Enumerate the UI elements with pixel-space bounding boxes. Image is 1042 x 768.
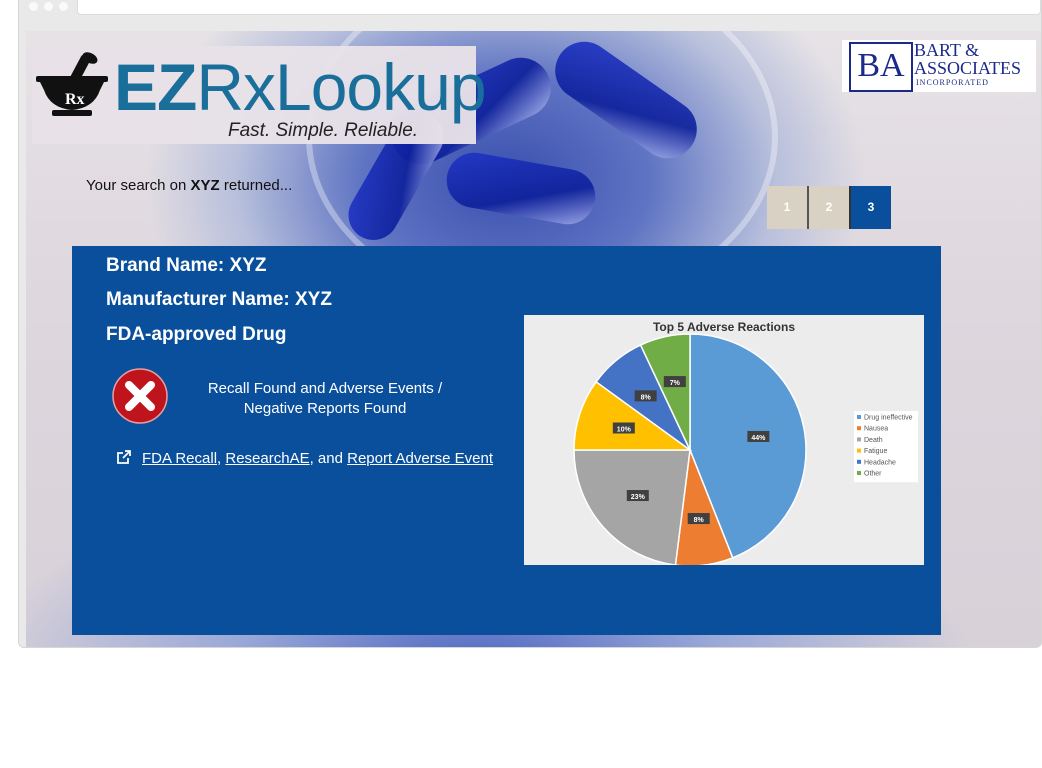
adverse-reactions-chart: Top 5 Adverse Reactions 44% 8% 23% 10% 8% 7% … [524,315,924,567]
legend-label: Drug ineffective [864,415,913,422]
slice-label-text: 8% [641,394,652,401]
slice-data-label: 23% [626,490,649,502]
legend-label: Death [864,437,883,444]
alert-line2: Negative Reports Found [243,400,407,417]
result-panel: Brand Name: XYZ Manufacturer Name: XYZ F… [72,246,941,635]
chart-title: Top 5 Adverse Reactions [653,320,795,334]
approval-status: FDA-approved Drug [106,324,287,345]
search-suffix: returned... [219,177,293,194]
bart-associates-logo[interactable]: BA BART & ASSOCIATES INCORPORATED [842,40,1036,92]
rx-symbol: Rx [65,91,85,108]
logo-title: EZRxLookup [114,50,487,124]
bart-line3: INCORPORATED [916,78,989,87]
slice-data-label: 8% [687,513,710,525]
search-summary: Your search on XYZ returned... [86,177,292,194]
legend-swatch [857,415,861,419]
slice-label-text: 23% [631,494,646,501]
bart-line2: ASSOCIATES [914,58,1022,78]
report-adverse-event-link[interactable]: Report Adverse Event [347,450,493,467]
slice-label-text: 7% [670,380,681,387]
slice-data-label: 44% [747,430,770,442]
action-links: FDA Recall, ResearchAE, and Report Adver… [116,449,493,467]
legend-label: Headache [864,459,896,466]
slice-data-label: 7% [663,376,686,388]
legend-label: Other [864,471,882,478]
browser-toolbar [19,0,1041,17]
mortar-and-pestle-icon: Rx [36,52,108,116]
alert-message: Recall Found and Adverse Events / Negati… [190,379,460,419]
pagination: 1 2 3 [767,186,891,229]
page-viewport: Rx EZRxLookup Fast. Simple. Reliable. BA… [26,31,1041,647]
window-dot[interactable] [59,2,68,11]
researchae-link[interactable]: ResearchAE [225,450,309,467]
window-dot[interactable] [29,2,38,11]
slice-label-text: 44% [751,435,766,442]
legend-swatch [857,437,861,442]
alert-line1: Recall Found and Adverse Events / [207,380,443,397]
window-controls [29,2,68,11]
search-term: XYZ [190,177,220,194]
logo-title-ez: EZ [114,50,197,124]
slice-label-text: 10% [617,426,632,433]
external-link-icon [117,450,131,464]
legend-swatch [857,426,861,431]
window-dot[interactable] [44,2,53,11]
page-button-3[interactable]: 3 [849,186,891,229]
legend-label: Nausea [864,426,888,433]
page-button-1[interactable]: 1 [767,186,807,229]
bart-monogram: BA [849,42,913,92]
legend-swatch [857,459,861,464]
slice-label-text: 8% [694,517,705,524]
logo-title-rxlookup: RxLookup [196,50,486,124]
browser-window: Rx EZRxLookup Fast. Simple. Reliable. BA… [18,0,1042,648]
pie-slice-death [573,449,691,566]
bart-line1: BART & [914,40,980,60]
logo-tagline: Fast. Simple. Reliable. [228,120,419,141]
ezrxlookup-logo[interactable]: Rx EZRxLookup Fast. Simple. Reliable. [32,46,487,144]
error-x-icon [112,368,168,424]
slice-data-label: 10% [612,422,635,434]
search-prefix: Your search on [86,177,191,194]
manufacturer-name: Manufacturer Name: XYZ [106,289,332,310]
fda-recall-link[interactable]: FDA Recall [142,450,217,467]
legend-swatch [857,448,861,453]
page-button-2[interactable]: 2 [807,186,849,229]
legend-label: Fatigue [864,448,887,455]
link-separator: , and [309,450,348,467]
brand-name: Brand Name: XYZ [106,255,267,276]
slice-data-label: 8% [634,390,657,402]
pie-chart-svg: Top 5 Adverse Reactions 44%8%23%10%8%7% … [573,320,918,567]
bart-subtitle: INCORPORATED [916,78,989,87]
address-bar[interactable] [77,0,1041,15]
bart-wordmark: BART & ASSOCIATES [914,41,1021,77]
legend-swatch [857,471,861,475]
